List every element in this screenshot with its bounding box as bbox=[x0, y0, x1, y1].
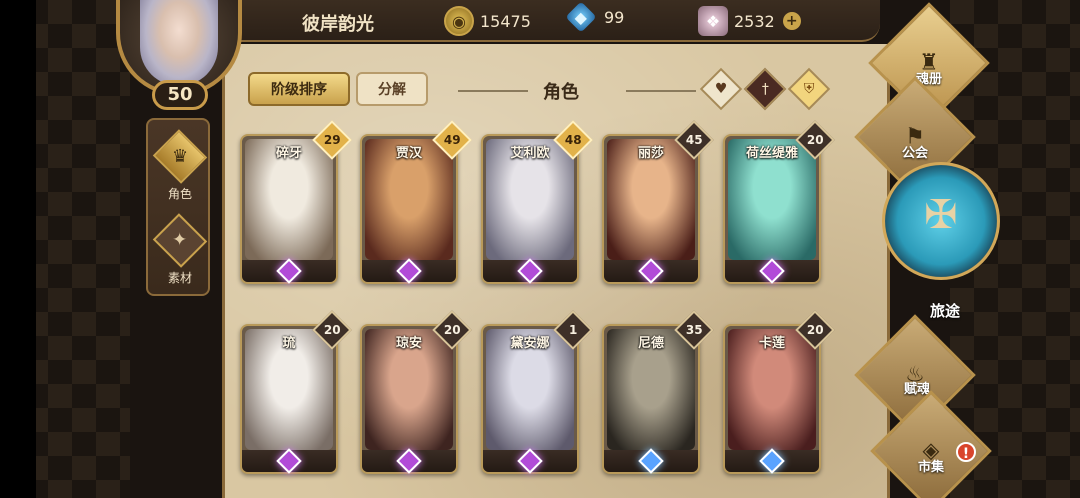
player-level-badge: 50 bbox=[152, 80, 208, 110]
title-ornament-left bbox=[458, 90, 528, 92]
panel-title: 角色 bbox=[543, 82, 579, 103]
heart-icon: ♥ bbox=[714, 81, 728, 97]
left-screen-edge bbox=[0, 0, 36, 498]
hero-level: 20 bbox=[443, 322, 461, 337]
journey-label: 旅途 bbox=[930, 302, 961, 320]
hero-level: 20 bbox=[806, 132, 824, 147]
hero-level: 29 bbox=[323, 132, 341, 147]
top-bar: 彼岸韵光 ◉ 15475 ◆ 99 ❖ 2532 + bbox=[200, 0, 880, 42]
sword-icon: † bbox=[761, 81, 769, 97]
rank-sort-button[interactable]: 阶级排序 bbox=[248, 72, 350, 106]
journey-button[interactable]: ✠ bbox=[882, 162, 1000, 312]
shield-icon: ⛨ bbox=[803, 81, 815, 97]
gold-resource: ◉ 15475 bbox=[444, 6, 531, 36]
market-label: 市集 bbox=[918, 460, 945, 475]
title-ornament-right bbox=[626, 90, 696, 92]
hero-card[interactable]: 艾利欧 48 bbox=[481, 120, 593, 284]
avatar-portrait bbox=[140, 0, 218, 86]
gem-value: 99 bbox=[604, 7, 625, 27]
add-crystal-button[interactable]: + bbox=[782, 12, 801, 30]
crystal-icon: ❖ bbox=[698, 6, 728, 36]
character-icon: ♛ bbox=[152, 129, 208, 184]
hero-card[interactable]: 丽莎 45 bbox=[602, 120, 714, 284]
hero-card[interactable]: 贾汉 49 bbox=[360, 120, 472, 284]
journey-emblem-icon: ✠ bbox=[924, 192, 958, 238]
hero-card[interactable]: 黛安娜 1 bbox=[481, 310, 593, 474]
crystal-value: 2532 bbox=[734, 11, 775, 31]
gold-coin-icon: ◉ bbox=[444, 6, 474, 36]
hero-card[interactable]: 碎牙 29 bbox=[240, 120, 352, 284]
category-rail: ♛ 角色 ✦ 素材 bbox=[146, 118, 210, 296]
hero-card[interactable]: 卡莲 20 bbox=[723, 310, 835, 474]
market-alert-badge: ! bbox=[956, 442, 976, 462]
hero-level: 20 bbox=[806, 322, 824, 337]
rail-item-label: 角色 bbox=[167, 187, 192, 201]
hero-card[interactable]: 琉 20 bbox=[240, 310, 352, 474]
gold-value: 15475 bbox=[480, 11, 531, 31]
guild-label: 公会 bbox=[902, 146, 929, 161]
hero-level: 20 bbox=[323, 322, 341, 337]
player-name: 彼岸韵光 bbox=[302, 14, 374, 35]
hero-level: 35 bbox=[685, 322, 703, 337]
material-icon: ✦ bbox=[152, 213, 208, 268]
gem-resource: ◆ 99 bbox=[565, 1, 625, 33]
crystal-resource[interactable]: ❖ 2532 + bbox=[698, 6, 801, 36]
rail-item-character[interactable]: ♛ 角色 bbox=[152, 126, 208, 202]
decompose-button[interactable]: 分解 bbox=[356, 72, 428, 106]
hero-level: 1 bbox=[568, 322, 578, 337]
hero-level: 49 bbox=[443, 132, 461, 147]
blue-gem-icon: ◆ bbox=[565, 1, 597, 33]
hero-level: 45 bbox=[685, 132, 703, 147]
rail-item-material[interactable]: ✦ 素材 bbox=[152, 210, 208, 286]
hero-card[interactable]: 荷丝缇雅 20 bbox=[723, 120, 835, 284]
hero-card[interactable]: 尼德 35 bbox=[602, 310, 714, 474]
rail-item-label: 素材 bbox=[167, 271, 192, 285]
hero-level: 48 bbox=[564, 132, 582, 147]
hero-card[interactable]: 琼安 20 bbox=[360, 310, 472, 474]
